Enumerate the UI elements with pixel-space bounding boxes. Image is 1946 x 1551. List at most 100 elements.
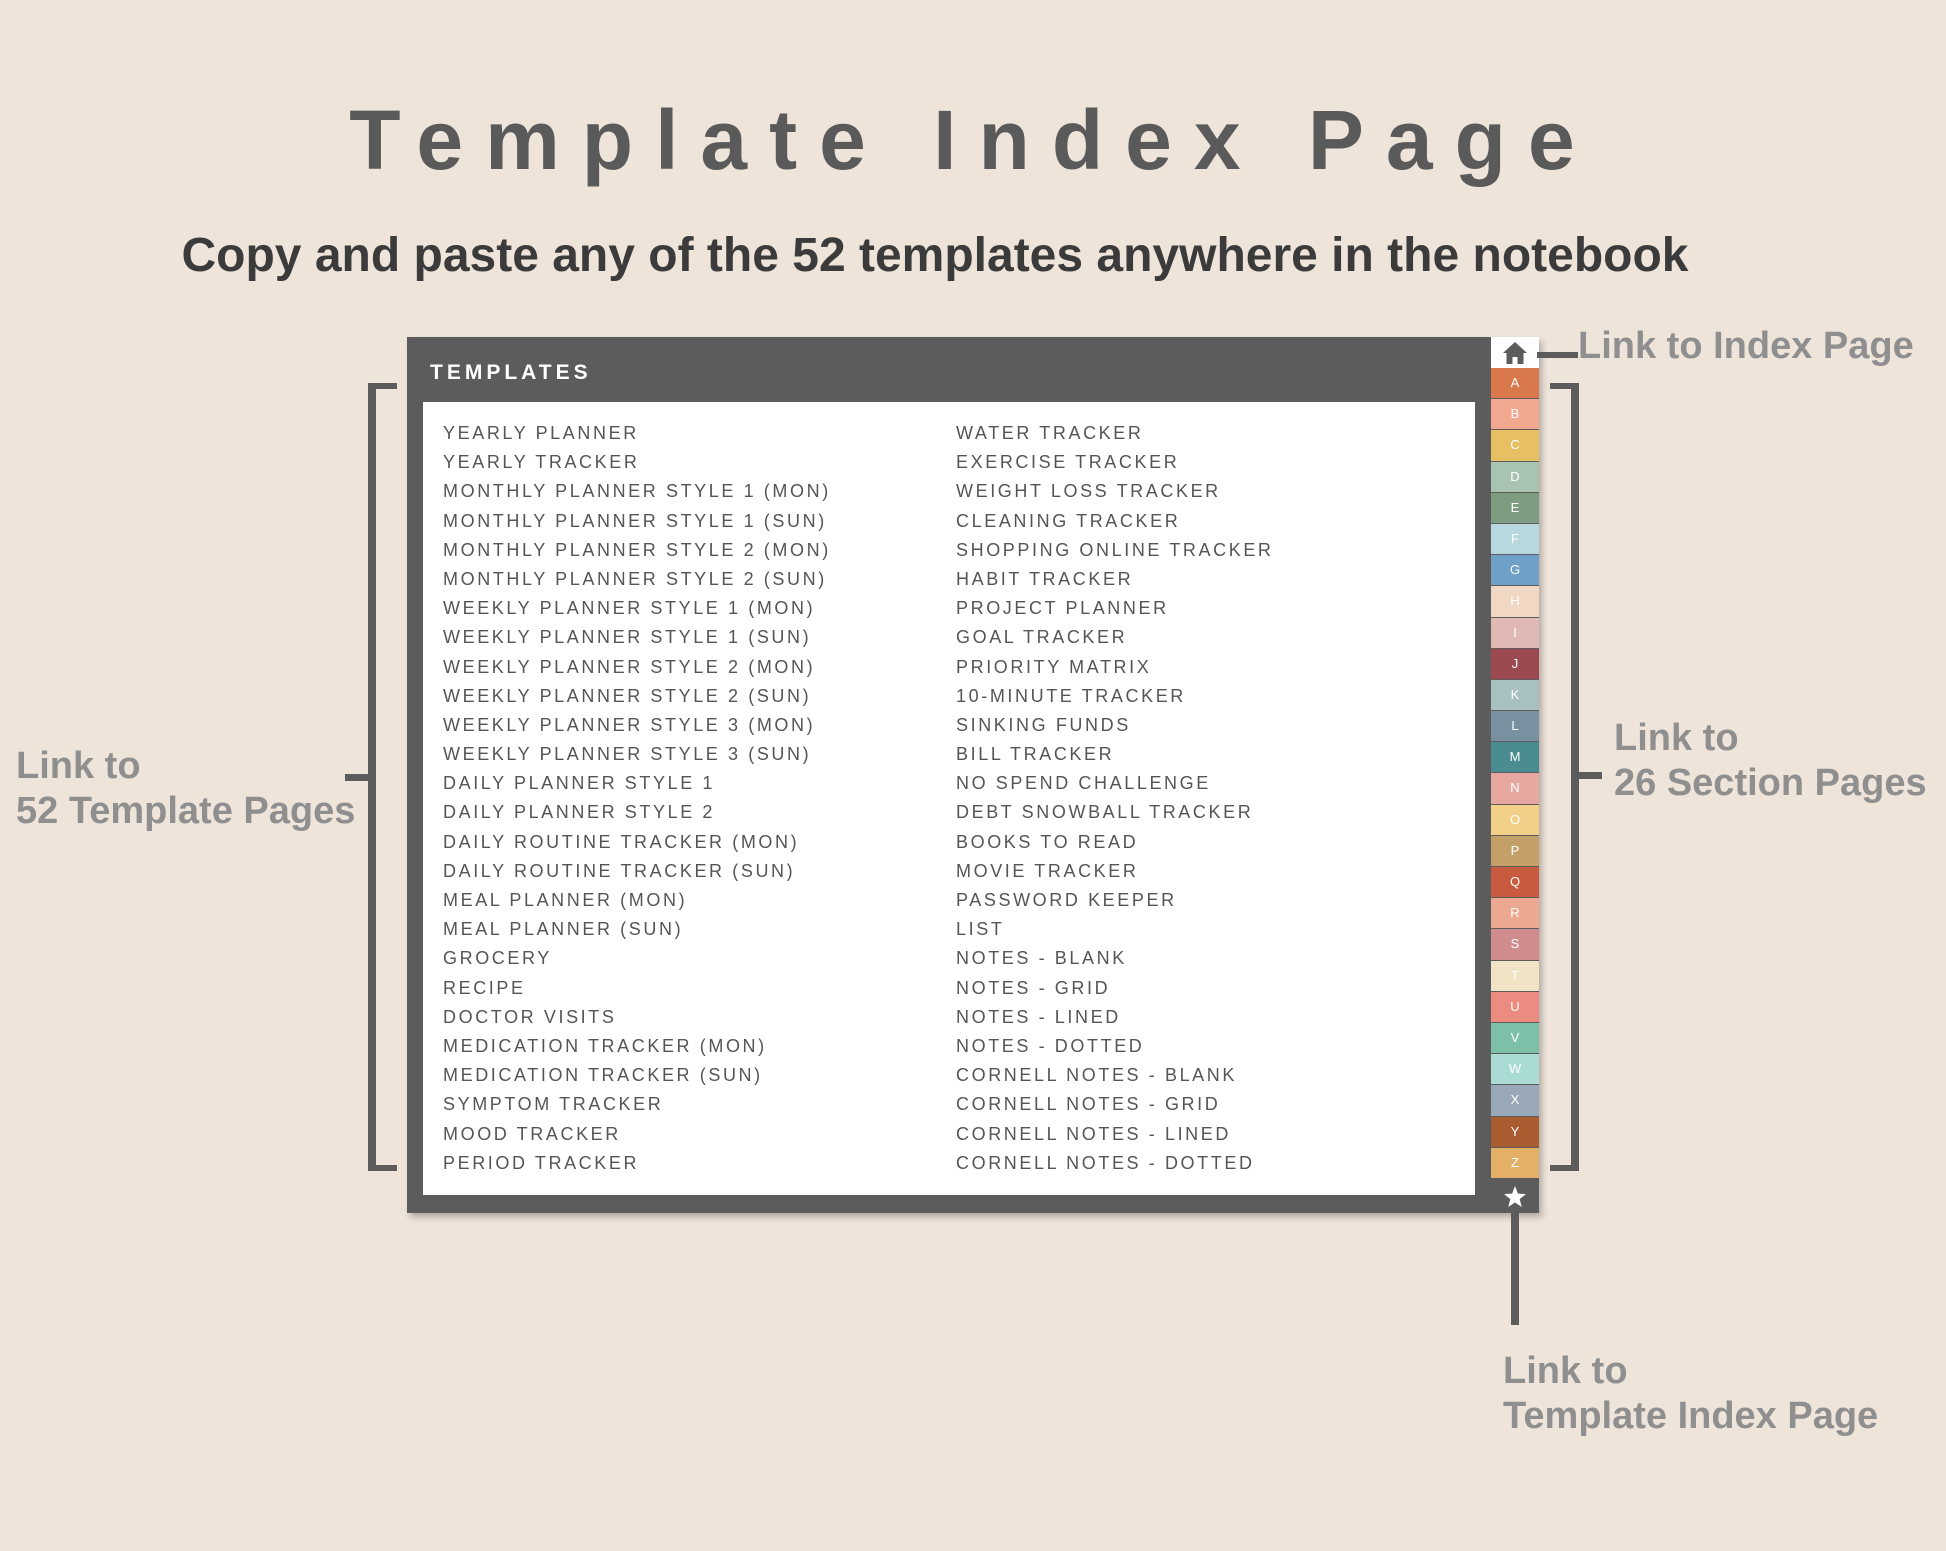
section-tab-s[interactable]: S [1491,929,1539,960]
template-link[interactable]: CLEANING TRACKER [956,507,1274,536]
bracket-bottom [368,1165,397,1171]
template-link[interactable]: MONTHLY PLANNER STYLE 1 (SUN) [443,507,831,536]
section-tab-a[interactable]: A [1491,368,1539,399]
section-tab-e[interactable]: E [1491,492,1539,523]
template-link[interactable]: CORNELL NOTES - DOTTED [956,1149,1274,1178]
template-link[interactable]: WEEKLY PLANNER STYLE 3 (SUN) [443,740,831,769]
template-link[interactable]: MOVIE TRACKER [956,857,1274,886]
section-tab-f[interactable]: F [1491,523,1539,555]
template-link[interactable]: WEEKLY PLANNER STYLE 2 (MON) [443,653,831,682]
template-link[interactable]: MONTHLY PLANNER STYLE 2 (SUN) [443,565,831,594]
template-link[interactable]: MONTHLY PLANNER STYLE 1 (MON) [443,477,831,506]
template-link[interactable]: PERIOD TRACKER [443,1149,831,1178]
template-link[interactable]: NOTES - GRID [956,974,1274,1003]
section-tab-o[interactable]: O [1491,804,1539,835]
template-link[interactable]: MONTHLY PLANNER STYLE 2 (MON) [443,536,831,565]
template-link[interactable]: DAILY ROUTINE TRACKER (MON) [443,828,831,857]
template-link[interactable]: PRIORITY MATRIX [956,653,1274,682]
section-tab-z[interactable]: Z [1491,1147,1539,1178]
section-tab-n[interactable]: N [1491,773,1539,804]
template-link[interactable]: PROJECT PLANNER [956,594,1274,623]
template-link[interactable]: MEAL PLANNER (SUN) [443,915,831,944]
section-tab-d[interactable]: D [1491,461,1539,492]
template-link[interactable]: WEEKLY PLANNER STYLE 1 (SUN) [443,623,831,652]
section-tab-g[interactable]: G [1491,555,1539,586]
template-link[interactable]: WEEKLY PLANNER STYLE 3 (MON) [443,711,831,740]
template-link[interactable]: DAILY PLANNER STYLE 1 [443,769,831,798]
section-tab-i[interactable]: I [1491,617,1539,648]
section-tab-k[interactable]: K [1491,679,1539,711]
template-link[interactable]: DAILY PLANNER STYLE 2 [443,798,831,827]
index-link-label: Link to Index Page [1578,325,1914,367]
template-link[interactable]: DOCTOR VISITS [443,1003,831,1032]
section-tab-q[interactable]: Q [1491,867,1539,898]
section-tab-u[interactable]: U [1491,991,1539,1022]
template-link[interactable]: WEEKLY PLANNER STYLE 2 (SUN) [443,682,831,711]
bracket-top [368,383,397,389]
page-title: Template Index Page [349,93,1597,187]
template-link[interactable]: CORNELL NOTES - BLANK [956,1061,1274,1090]
templates-panel: TEMPLATES YEARLY PLANNER YEARLY TRACKER MO… [407,337,1539,1213]
bracket-tick [1576,772,1602,779]
template-link[interactable]: MEAL PLANNER (MON) [443,886,831,915]
section-tab-p[interactable]: P [1491,835,1539,866]
section-tab-j[interactable]: J [1491,648,1539,679]
template-link[interactable]: WEEKLY PLANNER STYLE 1 (MON) [443,594,831,623]
template-link[interactable]: SYMPTOM TRACKER [443,1090,831,1119]
section-tab-b[interactable]: B [1491,399,1539,430]
template-link[interactable]: RECIPE [443,974,831,1003]
section-tab-h[interactable]: H [1491,586,1539,617]
section-tab-y[interactable]: Y [1491,1116,1539,1147]
template-link[interactable]: NO SPEND CHALLENGE [956,769,1274,798]
template-link[interactable]: NOTES - DOTTED [956,1032,1274,1061]
template-link[interactable]: SHOPPING ONLINE TRACKER [956,536,1274,565]
template-link[interactable]: WATER TRACKER [956,419,1274,448]
template-link[interactable]: MEDICATION TRACKER (MON) [443,1032,831,1061]
callout-line [1511,1213,1519,1325]
template-link[interactable]: NOTES - LINED [956,1003,1274,1032]
template-link[interactable]: BILL TRACKER [956,740,1274,769]
template-link[interactable]: GROCERY [443,944,831,973]
home-tab[interactable] [1491,337,1539,368]
section-tab-w[interactable]: W [1491,1054,1539,1085]
section-tab-l[interactable]: L [1491,711,1539,742]
template-link[interactable]: HABIT TRACKER [956,565,1274,594]
section-tab-strip: ABCDEFGHIJKLMNOPQRSTUVWXYZ [1491,337,1539,1213]
section-tab-c[interactable]: C [1491,430,1539,461]
section-tab-r[interactable]: R [1491,898,1539,929]
section-tab-v[interactable]: V [1491,1022,1539,1054]
template-list-left: YEARLY PLANNER YEARLY TRACKER MONTHLY PLAN… [443,419,831,1178]
template-link[interactable]: BOOKS TO READ [956,828,1274,857]
home-icon [1503,342,1527,364]
template-link[interactable]: 10-MINUTE TRACKER [956,682,1274,711]
template-link[interactable]: NOTES - BLANK [956,944,1274,973]
template-link[interactable]: DAILY ROUTINE TRACKER (SUN) [443,857,831,886]
template-link[interactable]: MEDICATION TRACKER (SUN) [443,1061,831,1090]
template-link[interactable]: GOAL TRACKER [956,623,1274,652]
template-link[interactable]: SINKING FUNDS [956,711,1274,740]
template-link[interactable]: DEBT SNOWBALL TRACKER [956,798,1274,827]
template-link[interactable]: MOOD TRACKER [443,1120,831,1149]
template-index-label-line2: Template Index Page [1503,1395,1879,1437]
template-list-right: WATER TRACKER EXERCISE TRACKER WEIGHT LOSS… [956,419,1274,1178]
section-tab-x[interactable]: X [1491,1085,1539,1116]
bracket-top [1550,383,1579,389]
section-pages-label-line2: 26 Section Pages [1614,762,1927,804]
template-link[interactable]: WEIGHT LOSS TRACKER [956,477,1274,506]
template-link[interactable]: PASSWORD KEEPER [956,886,1274,915]
section-tab-t[interactable]: T [1491,960,1539,991]
template-index-tab[interactable] [1491,1180,1539,1213]
template-link[interactable]: EXERCISE TRACKER [956,448,1274,477]
section-tab-m[interactable]: M [1491,742,1539,773]
template-link[interactable]: YEARLY PLANNER [443,419,831,448]
bracket-tick [345,774,371,781]
template-link[interactable]: CORNELL NOTES - LINED [956,1120,1274,1149]
star-icon [1504,1186,1526,1207]
template-link[interactable]: CORNELL NOTES - GRID [956,1090,1274,1119]
panel-header: TEMPLATES [430,361,592,384]
template-link[interactable]: YEARLY TRACKER [443,448,831,477]
template-pages-label-line2: 52 Template Pages [16,790,356,832]
section-pages-label-line1: Link to [1614,717,1739,759]
template-link[interactable]: LIST [956,915,1274,944]
template-pages-label-line1: Link to [16,745,141,787]
